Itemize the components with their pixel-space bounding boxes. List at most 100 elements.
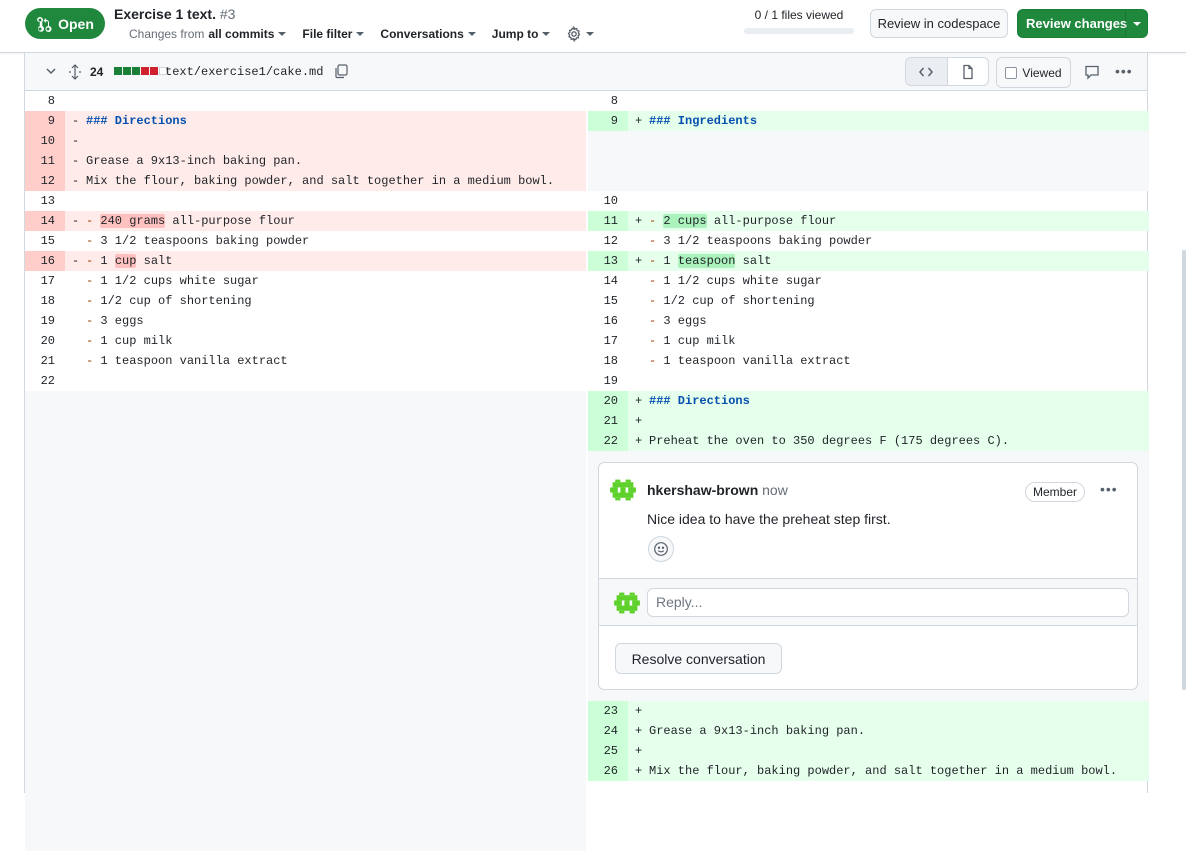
copy-icon[interactable] bbox=[333, 63, 349, 79]
git-pull-request-icon bbox=[37, 16, 52, 32]
expand-all-icon[interactable] bbox=[67, 64, 83, 80]
reply-input[interactable]: Reply... bbox=[647, 588, 1129, 617]
jump-to-label: Jump to bbox=[491, 27, 539, 41]
line-number[interactable]: 22 bbox=[588, 431, 628, 451]
diff-line: 10 bbox=[588, 191, 1149, 211]
code-content: - 1 1/2 cups white sugar bbox=[649, 271, 822, 291]
line-number[interactable]: 21 bbox=[25, 351, 65, 371]
line-number[interactable]: 12 bbox=[588, 231, 628, 251]
diff-settings-dropdown[interactable] bbox=[566, 26, 595, 42]
line-number[interactable]: 11 bbox=[588, 211, 628, 231]
comment-author[interactable]: hkershaw-brown bbox=[647, 482, 758, 498]
diff-line: 24 + Grease a 9x13-inch baking pan. bbox=[588, 721, 1149, 741]
code-token: all-purpose flour bbox=[706, 214, 837, 228]
diff-line: 9 + ### Ingredients bbox=[588, 111, 1149, 131]
jump-to-dropdown[interactable]: Jump to bbox=[492, 26, 551, 42]
diffstat-square bbox=[114, 67, 122, 75]
viewed-checkbox[interactable] bbox=[1005, 66, 1018, 79]
line-number[interactable]: 17 bbox=[588, 331, 628, 351]
code-token: ### Ingredients bbox=[649, 114, 758, 128]
line-number[interactable]: 11 bbox=[25, 151, 65, 171]
line-number[interactable]: 17 bbox=[25, 271, 65, 291]
smiley-icon bbox=[654, 542, 668, 556]
comment-icon[interactable] bbox=[1084, 64, 1100, 80]
kebab-horizontal-icon[interactable]: ••• bbox=[1115, 63, 1133, 79]
line-number[interactable]: 24 bbox=[588, 721, 628, 741]
line-number[interactable]: 12 bbox=[25, 171, 65, 191]
add-reaction-button[interactable] bbox=[648, 536, 674, 562]
line-number[interactable]: 22 bbox=[25, 371, 65, 391]
code-content: - 1/2 cup of shortening bbox=[649, 291, 815, 311]
line-number[interactable]: 16 bbox=[588, 311, 628, 331]
code-content: ### Directions bbox=[649, 391, 750, 411]
diff-line: 15 - 3 1/2 teaspoons baking powder bbox=[25, 231, 586, 251]
line-number[interactable]: 14 bbox=[588, 271, 628, 291]
line-number[interactable]: 20 bbox=[25, 331, 65, 351]
line-number[interactable]: 18 bbox=[25, 291, 65, 311]
diff-line: 19 bbox=[588, 371, 1149, 391]
code-token: 1 cup milk bbox=[100, 334, 173, 348]
review-changes-button[interactable]: Review changes bbox=[1017, 9, 1148, 38]
diffstat-square bbox=[123, 67, 131, 75]
diffstat bbox=[114, 67, 167, 75]
resolve-conversation-button[interactable]: Resolve conversation bbox=[615, 643, 782, 674]
kebab-horizontal-icon[interactable]: ••• bbox=[1100, 481, 1118, 497]
code-content: - 1 teaspoon salt bbox=[649, 251, 771, 271]
viewed-checkbox-button[interactable]: Viewed bbox=[996, 57, 1071, 88]
diff-marker: - bbox=[72, 154, 80, 168]
line-number[interactable]: 26 bbox=[588, 761, 628, 781]
comment-timestamp[interactable]: now bbox=[762, 482, 788, 498]
file-path[interactable]: text/exercise1/cake.md bbox=[165, 65, 323, 79]
line-number[interactable]: 23 bbox=[588, 701, 628, 721]
chevron-down-icon[interactable] bbox=[45, 65, 57, 77]
line-number[interactable]: 13 bbox=[25, 191, 65, 211]
code-content: - 1/2 cup of shortening bbox=[86, 291, 252, 311]
changes-from-dropdown[interactable]: Changes from all commits bbox=[129, 26, 287, 42]
code-token: Mix the flour, baking powder, and salt t… bbox=[86, 174, 555, 188]
line-number[interactable]: 19 bbox=[25, 311, 65, 331]
gear-icon bbox=[568, 26, 581, 42]
code-content: Grease a 9x13-inch baking pan. bbox=[649, 721, 865, 741]
line-number[interactable]: 9 bbox=[25, 111, 65, 131]
line-number[interactable]: 20 bbox=[588, 391, 628, 411]
code-token: 3 1/2 teaspoons baking powder bbox=[100, 234, 310, 248]
page-scrollbar[interactable] bbox=[1182, 250, 1186, 690]
review-in-codespace-button[interactable]: Review in codespace bbox=[870, 9, 1008, 38]
avatar[interactable] bbox=[610, 477, 636, 503]
line-number[interactable]: 15 bbox=[25, 231, 65, 251]
code-token: Grease a 9x13-inch baking pan. bbox=[86, 154, 303, 168]
code-token: - bbox=[649, 314, 664, 328]
files-viewed-label: 0 / 1 files viewed bbox=[754, 8, 844, 22]
code-token: cup bbox=[114, 254, 137, 268]
diff-marker: + bbox=[635, 254, 643, 268]
code-token: 1/2 cup of shortening bbox=[100, 294, 252, 308]
rich-diff-toggle[interactable] bbox=[948, 58, 989, 85]
line-number[interactable]: 10 bbox=[588, 191, 628, 211]
diffstat-square bbox=[150, 67, 158, 75]
line-number[interactable]: 10 bbox=[25, 131, 65, 151]
code-token: - bbox=[649, 274, 664, 288]
line-number[interactable]: 8 bbox=[588, 91, 628, 111]
line-number[interactable]: 21 bbox=[588, 411, 628, 431]
line-number[interactable]: 14 bbox=[25, 211, 65, 231]
line-number[interactable]: 13 bbox=[588, 251, 628, 271]
diff-marker: - bbox=[72, 114, 80, 128]
code-token: - bbox=[86, 214, 101, 228]
conversations-dropdown[interactable]: Conversations bbox=[380, 26, 476, 42]
code-token: - bbox=[86, 354, 101, 368]
review-thread: hkershaw-brown now Member ••• Nice idea … bbox=[598, 462, 1138, 690]
line-number[interactable]: 9 bbox=[588, 111, 628, 131]
line-number[interactable]: 25 bbox=[588, 741, 628, 761]
line-number[interactable]: 8 bbox=[25, 91, 65, 111]
line-number[interactable]: 18 bbox=[588, 351, 628, 371]
line-number[interactable]: 15 bbox=[588, 291, 628, 311]
diff-line: 20 - 1 cup milk bbox=[25, 331, 586, 351]
diff-marker: + bbox=[635, 394, 643, 408]
line-number[interactable]: 16 bbox=[25, 251, 65, 271]
code-token: - bbox=[649, 234, 664, 248]
code-content: - 3 1/2 teaspoons baking powder bbox=[86, 231, 309, 251]
comment-header: hkershaw-brown now bbox=[647, 482, 788, 498]
line-number[interactable]: 19 bbox=[588, 371, 628, 391]
source-diff-toggle[interactable] bbox=[906, 58, 948, 85]
file-filter-dropdown[interactable]: File filter bbox=[302, 26, 365, 42]
